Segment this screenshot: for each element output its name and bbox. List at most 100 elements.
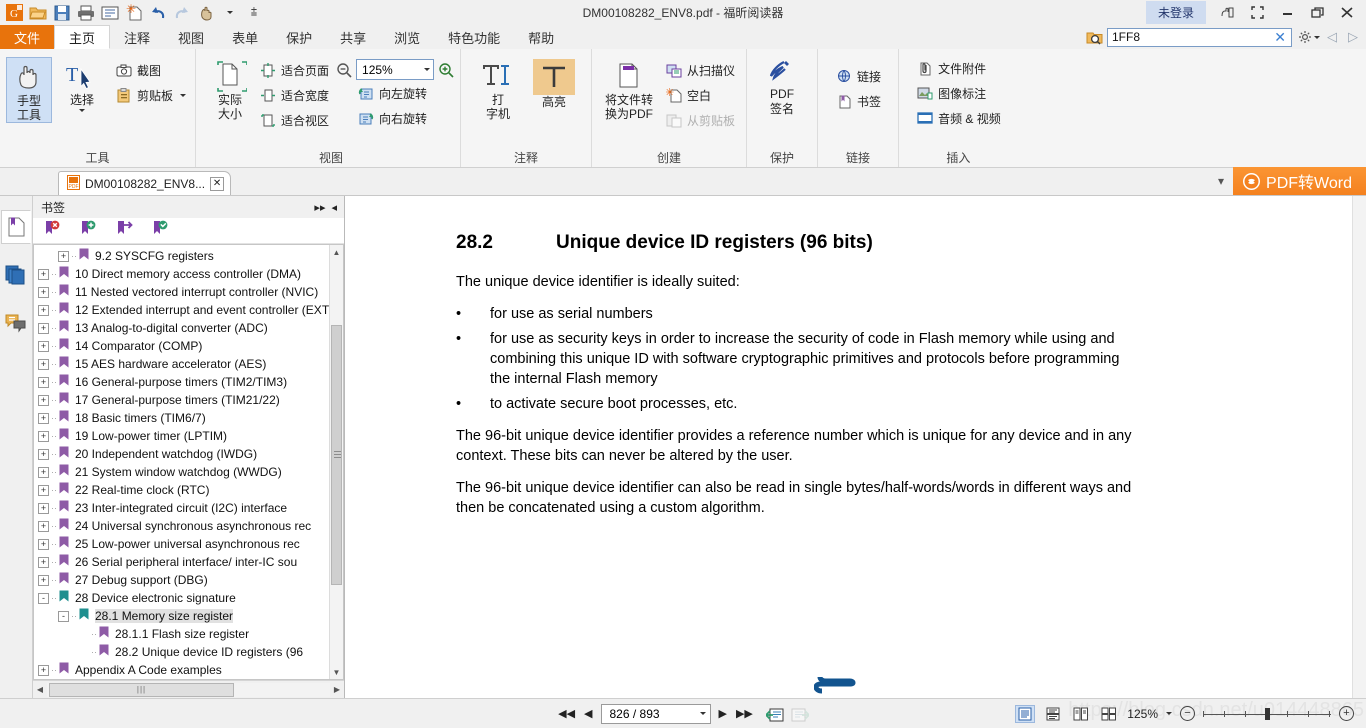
bookmark-item[interactable]: ··28.1.1 Flash size register [34, 625, 343, 643]
bookmarks-scroll-right-button[interactable]: ▶ [330, 685, 344, 694]
edit-bookmark-icon[interactable] [151, 220, 171, 241]
expand-icon[interactable]: + [38, 503, 49, 514]
menu-item-view[interactable]: 视图 [164, 25, 218, 49]
bookmark-item[interactable]: -··28 Device electronic signature [34, 589, 343, 607]
open-file-icon[interactable] [27, 2, 49, 23]
sidebar-comments-icon[interactable] [1, 306, 31, 340]
expand-icon[interactable]: + [38, 323, 49, 334]
bookmarks-scroll-up-button[interactable]: ▲ [330, 245, 343, 259]
hand-tool-icon[interactable] [195, 2, 217, 23]
menu-item-home[interactable]: 主页 [54, 25, 110, 49]
pdf-to-word-button[interactable]: PDF转Word [1233, 167, 1366, 195]
bookmark-item[interactable]: ··28.2 Unique device ID registers (96 [34, 643, 343, 661]
zoom-in-icon[interactable] [438, 62, 454, 78]
next-page-button[interactable]: ▶ [718, 707, 728, 720]
sidebar-bookmarks-icon[interactable] [1, 210, 31, 244]
expand-icon[interactable]: + [38, 431, 49, 442]
expand-icon[interactable]: + [38, 449, 49, 460]
bookmarks-tree[interactable]: +··9.2 SYSCFG registers+··10 Direct memo… [33, 244, 344, 680]
bookmark-item[interactable]: +··16 General-purpose timers (TIM2/TIM3) [34, 373, 343, 391]
sidebar-pages-icon[interactable] [1, 258, 31, 292]
bookmarks-scroll-down-button[interactable]: ▼ [330, 665, 343, 679]
new-blank-icon[interactable]: ✳ [123, 2, 145, 23]
typewriter-button[interactable]: 打字机 [475, 57, 521, 121]
document-view[interactable]: 28.2 Unique device ID registers (96 bits… [345, 196, 1366, 698]
quick-access-caret-icon[interactable] [219, 2, 241, 23]
status-zoom-out-button[interactable]: − [1180, 706, 1195, 721]
page-number-select[interactable]: 826 / 893 [601, 704, 711, 724]
menu-item-comment[interactable]: 注释 [110, 25, 164, 49]
file-to-pdf-button[interactable]: 将文件转换为PDF [600, 57, 658, 121]
page-select-caret-icon[interactable] [700, 712, 706, 715]
collapse-all-icon[interactable]: ▸▸ [311, 201, 328, 214]
fit-page-button[interactable]: 适合页面 [256, 58, 332, 82]
blank-page-button[interactable]: ✳ 空白 [662, 83, 738, 107]
goto-bookmark-icon[interactable] [115, 220, 135, 241]
image-annotation-button[interactable]: 图像标注 [913, 81, 1004, 105]
bookmark-item[interactable]: +··Appendix A Code examples [34, 661, 343, 679]
actual-size-button[interactable]: 实际大小 [208, 57, 252, 121]
snapshot-button[interactable]: 截图 [112, 58, 189, 82]
search-input-wrap[interactable]: ✕ [1107, 28, 1292, 47]
status-zoom-caret-icon[interactable] [1166, 712, 1172, 715]
bookmark-item[interactable]: +··12 Extended interrupt and event contr… [34, 301, 343, 319]
previous-view-icon[interactable] [761, 706, 784, 722]
bookmark-item[interactable]: +··21 System window watchdog (WWDG) [34, 463, 343, 481]
bookmark-item[interactable]: -··28.1 Memory size register [34, 607, 343, 625]
collapse-icon[interactable]: - [58, 611, 69, 622]
zoom-out-icon[interactable] [336, 62, 352, 78]
select-tool-button[interactable]: T 选择 [56, 57, 108, 112]
zoom-select-caret-icon[interactable] [424, 68, 430, 71]
bookmarks-vertical-scrollbar[interactable]: ▲ ▼ [329, 245, 343, 679]
touch-mode-icon[interactable] [1212, 2, 1242, 24]
search-icon[interactable] [1085, 29, 1104, 46]
clipboard-button[interactable]: 剪贴板 [112, 83, 189, 107]
bookmarks-hscroll-thumb[interactable]: ||| [49, 683, 234, 697]
bookmarks-scroll-left-button[interactable]: ◀ [33, 685, 47, 694]
rotate-right-button[interactable]: 向右旋转 [354, 106, 454, 130]
add-bookmark-icon[interactable] [79, 220, 99, 241]
expand-icon[interactable]: + [38, 305, 49, 316]
continuous-view-icon[interactable] [1043, 705, 1063, 723]
bookmark-item[interactable]: +··26 Serial peripheral interface/ inter… [34, 553, 343, 571]
fit-width-button[interactable]: 适合宽度 [256, 83, 332, 107]
last-page-button[interactable]: ▶▶ [735, 707, 754, 720]
prev-page-button[interactable]: ◀ [583, 707, 593, 720]
bookmark-item[interactable]: +··9.2 SYSCFG registers [34, 247, 343, 265]
expand-icon[interactable]: + [38, 395, 49, 406]
bookmark-button[interactable]: 书签 [832, 89, 884, 113]
menu-item-protect[interactable]: 保护 [272, 25, 326, 49]
clipboard-caret-icon[interactable] [180, 94, 186, 97]
login-status-button[interactable]: 未登录 [1146, 1, 1206, 24]
restore-icon[interactable] [1302, 2, 1332, 24]
search-prev-button[interactable]: ◁ [1323, 29, 1341, 45]
minimize-icon[interactable] [1272, 2, 1302, 24]
tab-list-caret-icon[interactable]: ▾ [1209, 174, 1233, 188]
expand-icon[interactable]: + [58, 251, 69, 262]
bookmark-item[interactable]: +··20 Independent watchdog (IWDG) [34, 445, 343, 463]
select-tool-caret-icon[interactable] [79, 109, 85, 112]
expand-icon[interactable]: + [38, 539, 49, 550]
expand-icon[interactable]: + [38, 341, 49, 352]
zoom-slider[interactable] [1203, 706, 1331, 722]
bookmark-item[interactable]: +··22 Real-time clock (RTC) [34, 481, 343, 499]
bookmarks-hscroll-track[interactable]: ||| [47, 683, 330, 697]
zoom-level-select[interactable]: 125% [356, 59, 434, 80]
menu-item-help[interactable]: 帮助 [514, 25, 568, 49]
highlight-button[interactable]: 高亮 [531, 57, 577, 109]
bookmark-item[interactable]: +··14 Comparator (COMP) [34, 337, 343, 355]
audio-video-button[interactable]: 音频 & 视频 [913, 106, 1004, 130]
expand-icon[interactable]: + [38, 413, 49, 424]
bookmark-item[interactable]: +··25 Low-power universal asynchronous r… [34, 535, 343, 553]
expand-icon[interactable]: + [38, 665, 49, 676]
bookmark-item[interactable]: +··23 Inter-integrated circuit (I2C) int… [34, 499, 343, 517]
pdf-sign-button[interactable]: PDF签名 [759, 57, 805, 117]
search-input[interactable] [1112, 29, 1271, 46]
close-tab-icon[interactable]: ✕ [210, 177, 224, 191]
from-clipboard-button[interactable]: 从剪贴板 [662, 108, 738, 132]
search-clear-icon[interactable]: ✕ [1271, 29, 1289, 46]
bookmark-item[interactable]: +··19 Low-power timer (LPTIM) [34, 427, 343, 445]
app-logo-icon[interactable]: G [3, 2, 25, 23]
expand-icon[interactable]: + [38, 359, 49, 370]
bookmark-item[interactable]: +··17 General-purpose timers (TIM21/22) [34, 391, 343, 409]
